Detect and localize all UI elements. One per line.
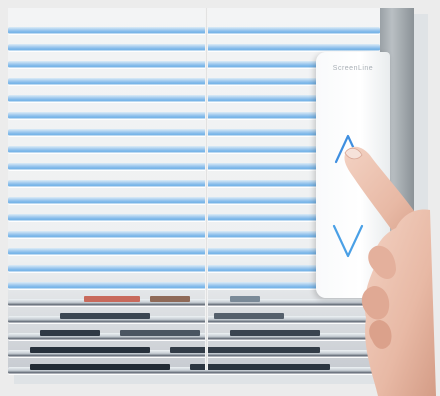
brand-label: ScreenLine [332,65,374,72]
blind-slat [8,27,380,34]
raise-blind-button[interactable] [328,130,368,170]
street-view-fragment [84,296,140,302]
street-view-fragment [40,330,100,336]
lower-blind-button[interactable] [328,218,368,262]
street-view-fragment [170,347,320,353]
street-view-fragment [190,364,330,370]
window-blind-scene: ScreenLine [0,0,440,396]
blind-slat [8,299,380,306]
street-view-fragment [214,313,284,319]
chevron-down-icon [332,224,364,258]
street-view-fragment [30,347,150,353]
street-view-fragment [230,296,260,302]
street-view-fragment [60,313,150,319]
street-view-fragment [230,330,320,336]
street-view-fragment [150,296,190,302]
blind-slat [8,44,380,51]
chevron-up-icon [334,134,362,164]
blind-cord [205,8,208,370]
street-view-fragment [120,330,200,336]
street-view-fragment [30,364,170,370]
